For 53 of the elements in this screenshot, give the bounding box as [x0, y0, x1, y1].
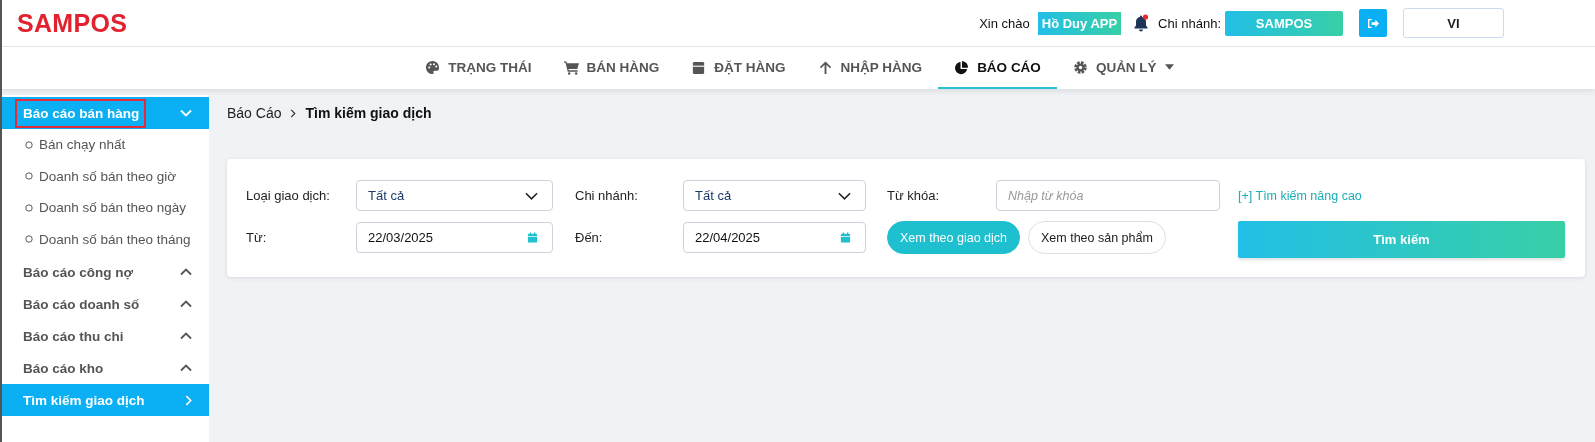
box-icon: [691, 59, 707, 75]
sidebar-item-label: Báo cáo doanh số: [22, 295, 141, 314]
sidebar-item-label: Báo cáo thu chi: [22, 327, 125, 346]
greeting-text: Xin chào: [979, 15, 1030, 31]
chevron-right-icon: [185, 394, 192, 406]
language-button[interactable]: VI: [1403, 8, 1504, 38]
chevron-right-icon: [290, 108, 297, 118]
chevron-up-icon: [180, 268, 192, 276]
circle-icon: [25, 235, 33, 244]
calendar-icon: [840, 232, 851, 243]
chevron-up-icon: [180, 332, 192, 340]
nav-tab[interactable]: NHẬP HÀNG: [801, 47, 939, 89]
view-mode-button[interactable]: Xem theo sản phẩm: [1028, 221, 1166, 254]
select-field[interactable]: Tất cả: [683, 180, 866, 211]
gear-icon: [1072, 59, 1088, 75]
nav-tab[interactable]: QUẢN LÝ: [1056, 47, 1190, 89]
sidebar-item-label: Báo cáo bán hàng: [15, 98, 147, 128]
chevron-down-icon: [525, 191, 538, 200]
nav-tab[interactable]: ĐẶT HÀNG: [675, 47, 802, 89]
nav-tab[interactable]: BÁO CÁO: [938, 47, 1057, 89]
chevron-down-icon: [180, 109, 192, 117]
select-field[interactable]: Tất cả: [356, 180, 553, 211]
date-field[interactable]: 22/03/2025: [356, 222, 553, 253]
bell-icon[interactable]: [1133, 14, 1150, 32]
nav-tab[interactable]: TRẠNG THÁI: [409, 47, 548, 89]
logo: SAMPOS: [17, 8, 128, 38]
branch-label: Chi nhánh:: [1158, 15, 1221, 31]
chevron-down-icon: [838, 191, 851, 200]
page-title: Tìm kiếm giao dịch: [305, 105, 432, 121]
field-label: Từ khóa:: [887, 188, 941, 203]
sidebar-item-label: Báo cáo công nợ: [22, 263, 135, 282]
calendar-icon: [527, 232, 538, 243]
sidebar-item-label: Báo cáo kho: [22, 359, 105, 378]
sidebar-item-label: Tìm kiếm giao dịch: [22, 391, 146, 410]
cart-icon: [563, 59, 579, 75]
circle-icon: [25, 203, 33, 212]
field-label: Từ:: [246, 230, 268, 245]
field-label: Đến:: [575, 230, 604, 245]
circle-icon: [25, 140, 33, 149]
keyword-input[interactable]: Nhập từ khóa: [996, 180, 1220, 211]
arrow-up-icon: [817, 59, 833, 75]
breadcrumb-link[interactable]: Báo Cáo: [227, 105, 282, 121]
field-label: Chi nhánh:: [575, 188, 639, 203]
palette-icon: [425, 59, 441, 75]
chevron-up-icon: [180, 364, 192, 372]
logout-icon: [1366, 17, 1380, 29]
pie-chart-icon: [954, 59, 970, 75]
circle-icon: [25, 172, 33, 181]
chevron-up-icon: [180, 300, 192, 308]
nav-tab[interactable]: BÁN HÀNG: [547, 47, 676, 89]
date-field[interactable]: 22/04/2025: [683, 222, 866, 253]
field-label: Loại giao dịch:: [246, 188, 331, 203]
user-name-badge: Hồ Duy APP: [1037, 11, 1122, 35]
